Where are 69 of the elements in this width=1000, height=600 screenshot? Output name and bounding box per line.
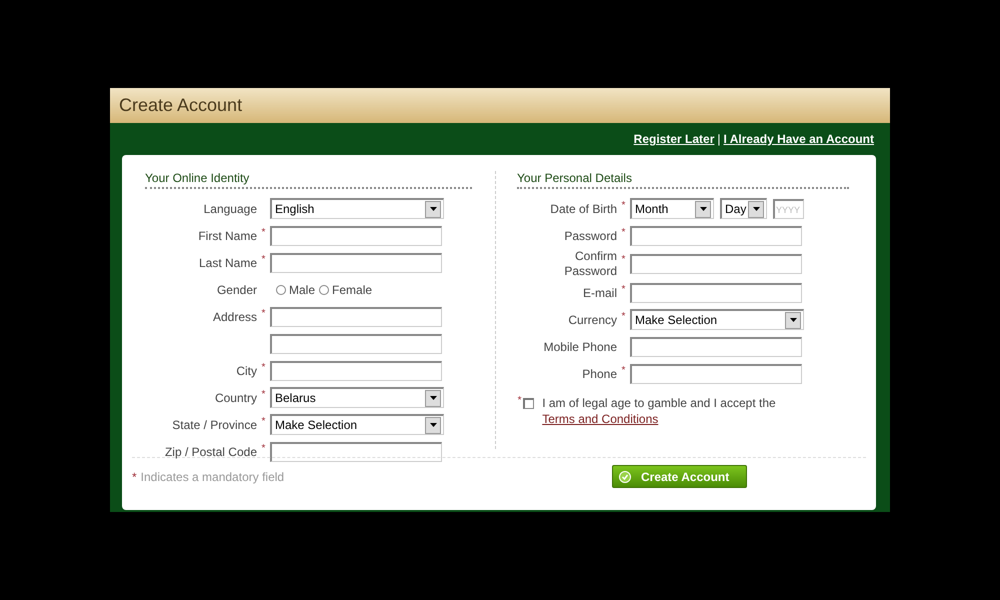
section-heading: Your Personal Details [517, 171, 849, 189]
dropdown-value: Day [725, 202, 746, 216]
field-label: Language [202, 202, 257, 216]
text-field[interactable] [630, 226, 802, 246]
text-field[interactable] [270, 334, 442, 354]
dropdown-value: English [275, 202, 314, 216]
text-field[interactable] [270, 442, 442, 462]
text-field[interactable] [270, 252, 442, 272]
check-circle-icon [619, 470, 631, 482]
header-link[interactable]: I Already Have an Account [724, 132, 874, 146]
text-field[interactable] [270, 226, 442, 246]
field-label: State / Province [171, 418, 257, 432]
required-mark: * [620, 254, 626, 265]
field-label: City [235, 364, 257, 378]
window-title: Create Account [119, 95, 242, 116]
required-mark: * [260, 416, 266, 427]
required-mark: * [620, 284, 626, 295]
field-label: Gender [216, 282, 257, 296]
month-dropdown[interactable]: Month [630, 198, 714, 219]
dropdown[interactable]: Belarus [270, 387, 444, 408]
checkbox[interactable] [523, 398, 534, 409]
required-mark: * [260, 362, 266, 373]
header-link[interactable]: Register Later [634, 132, 714, 146]
field-label: Currency [567, 312, 617, 326]
text-field[interactable] [630, 364, 802, 384]
field-label: Country [214, 390, 257, 404]
field-label: Address [212, 310, 257, 324]
dropdown[interactable]: English [270, 198, 444, 219]
terms-link[interactable]: Terms and Conditions [542, 412, 658, 426]
required-mark: * [620, 227, 626, 238]
required-mark: * [517, 395, 522, 406]
dropdown-value: Make Selection [275, 418, 358, 432]
field-label: Confirm Password [563, 249, 617, 279]
dropdown-value: Belarus [275, 391, 316, 405]
radio-button[interactable] [319, 284, 330, 294]
required-mark: * [260, 443, 266, 454]
section-heading: Your Online Identity [145, 171, 472, 189]
field-label: First Name [197, 228, 257, 242]
required-mark: * [260, 254, 266, 265]
dropdown-value: Month [635, 202, 668, 216]
text-field[interactable] [270, 360, 442, 380]
required-mark: * [260, 389, 266, 400]
text-field[interactable] [630, 282, 802, 302]
required-mark: * [260, 227, 266, 238]
required-mark: * [620, 365, 626, 376]
radio-button[interactable] [276, 284, 286, 294]
radio-label[interactable]: Female [332, 282, 372, 296]
field-label: Zip / Postal Code [164, 444, 257, 458]
dropdown-value: Make Selection [635, 313, 718, 327]
field-label: E-mail [582, 286, 617, 300]
required-mark: * [260, 308, 266, 319]
dropdown[interactable]: Make Selection [630, 309, 804, 330]
day-dropdown[interactable]: Day [720, 198, 767, 219]
link-separator: | [717, 132, 720, 146]
radio-label[interactable]: Male [289, 282, 316, 296]
field-label: Mobile Phone [542, 340, 617, 354]
agreement-text: I am of legal age to gamble and I accept the Terms and Conditions [542, 395, 777, 427]
text-field[interactable] [630, 254, 802, 274]
field-label: Last Name [198, 256, 257, 270]
required-mark: * [620, 311, 626, 322]
field-label: Date of Birth [549, 202, 617, 216]
dropdown[interactable]: Make Selection [270, 414, 444, 435]
field-label: Phone [581, 366, 617, 380]
year-field[interactable]: YYYY [773, 198, 804, 218]
field-label: Password [563, 228, 617, 242]
text-field[interactable] [270, 306, 442, 326]
required-mark: * [620, 200, 626, 211]
text-field[interactable] [630, 336, 802, 356]
mandatory-note: * Indicates a mandatory field [132, 470, 284, 484]
